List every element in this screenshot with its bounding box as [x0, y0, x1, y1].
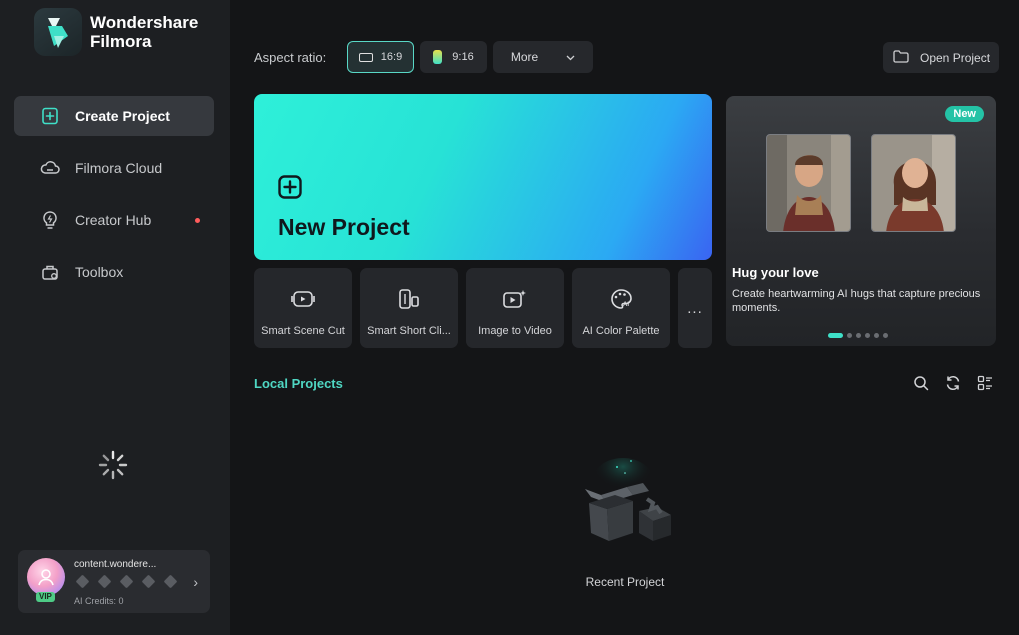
promo-title: Hug your love — [732, 265, 819, 280]
toolbox-icon — [40, 262, 60, 282]
app-name-line2: Filmora — [90, 32, 152, 51]
open-project-label: Open Project — [920, 50, 991, 65]
chevron-down-icon — [566, 50, 575, 64]
more-ratios-dropdown[interactable]: More — [493, 41, 593, 73]
achievement-badges — [75, 574, 178, 589]
sidebar-item-label: Toolbox — [75, 264, 124, 280]
aspect-16-9-label: 16:9 — [380, 51, 403, 63]
svg-text:AI: AI — [623, 302, 629, 308]
palette-icon: AI — [609, 288, 633, 315]
app-name-line1: Wondershare — [90, 13, 199, 32]
badge-icon — [97, 574, 112, 589]
tool-label: Smart Scene Cut — [261, 325, 345, 337]
tool-label: Image to Video — [478, 325, 552, 337]
create-project-icon — [40, 106, 60, 126]
promo-description: Create heartwarming AI hugs that capture… — [732, 288, 981, 313]
promo-photo-woman — [871, 134, 956, 232]
carousel-dot[interactable] — [856, 333, 861, 338]
aspect-9-16-label: 9:16 — [452, 51, 474, 63]
image-to-video-icon — [502, 288, 528, 315]
sidebar-item-toolbox[interactable]: Toolbox — [14, 252, 214, 292]
loading-spinner-icon — [98, 450, 128, 480]
new-project-title: New Project — [278, 214, 410, 240]
app-logo: Wondershare Filmora — [34, 8, 198, 56]
ai-credits: AI Credits: 0 — [74, 596, 124, 606]
user-name: content.wondere... — [74, 559, 157, 570]
vip-badge: VIP — [36, 592, 55, 602]
more-tools-button[interactable]: ... — [678, 268, 712, 348]
carousel-dot-active[interactable] — [828, 333, 843, 338]
carousel-dot[interactable] — [865, 333, 870, 338]
filmora-logo-icon — [34, 8, 82, 56]
new-badge: New — [945, 106, 984, 122]
sidebar-item-create-project[interactable]: Create Project — [14, 96, 214, 136]
search-icon[interactable] — [912, 374, 930, 392]
promo-photo-man — [766, 134, 851, 232]
aspect-9-16-button[interactable]: 9:16 — [420, 41, 487, 73]
cloud-icon — [40, 158, 60, 178]
recent-project-label: Recent Project — [585, 575, 665, 589]
user-account-card[interactable]: VIP content.wondere... AI Credits: 0 › — [18, 550, 210, 613]
badge-icon — [119, 574, 134, 589]
refresh-icon[interactable] — [944, 374, 962, 392]
sidebar-item-creator-hub[interactable]: Creator Hub — [14, 200, 214, 240]
add-square-icon — [278, 175, 302, 204]
new-project-button[interactable]: New Project — [254, 94, 712, 260]
short-clip-icon — [397, 288, 421, 315]
avatar — [27, 558, 65, 596]
tool-label: Smart Short Cli... — [367, 325, 451, 337]
sidebar-item-filmora-cloud[interactable]: Filmora Cloud — [14, 148, 214, 188]
carousel-indicator — [828, 333, 888, 338]
more-label: More — [510, 50, 539, 64]
portrait-icon — [433, 50, 443, 64]
notification-dot — [195, 218, 200, 223]
tool-smart-short-clips[interactable]: Smart Short Cli... — [360, 268, 458, 348]
carousel-dot[interactable] — [847, 333, 852, 338]
open-project-button[interactable]: Open Project — [883, 42, 999, 73]
tool-ai-color-palette[interactable]: AI AI Color Palette — [572, 268, 670, 348]
sidebar-item-label: Filmora Cloud — [75, 160, 163, 176]
carousel-dot[interactable] — [874, 333, 879, 338]
local-projects-title: Local Projects — [254, 376, 343, 391]
landscape-icon — [358, 52, 373, 62]
scene-cut-icon — [291, 288, 315, 315]
empty-box-illustration-icon — [575, 455, 675, 555]
tool-label: AI Color Palette — [582, 325, 660, 337]
tool-image-to-video[interactable]: Image to Video — [466, 268, 564, 348]
sidebar-item-label: Creator Hub — [75, 212, 152, 228]
chevron-right-icon: › — [193, 574, 198, 590]
folder-icon — [893, 49, 909, 66]
tool-smart-scene-cut[interactable]: Smart Scene Cut — [254, 268, 352, 348]
carousel-dot[interactable] — [883, 333, 888, 338]
more-dots-icon: ... — [687, 299, 703, 317]
sidebar-item-label: Create Project — [75, 108, 170, 124]
bulb-icon — [40, 210, 60, 230]
aspect-ratio-label: Aspect ratio: — [254, 50, 327, 65]
badge-icon — [75, 574, 90, 589]
badge-icon — [141, 574, 156, 589]
badge-icon — [163, 574, 178, 589]
promo-banner[interactable]: New Hug your love Create heartwarming AI… — [726, 96, 996, 346]
aspect-16-9-button[interactable]: 16:9 — [347, 41, 414, 73]
app-name: Wondershare Filmora — [90, 13, 198, 51]
list-view-icon[interactable] — [976, 374, 994, 392]
sidebar: Wondershare Filmora Create Project Filmo… — [0, 0, 230, 635]
